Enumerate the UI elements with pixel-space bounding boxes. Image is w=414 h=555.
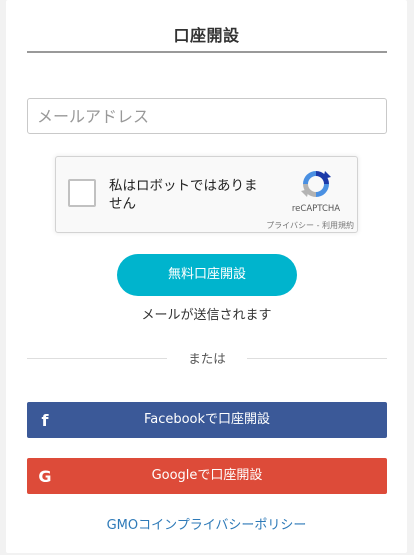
open-account-button[interactable]: 無料口座開設	[117, 254, 297, 296]
google-icon: G	[38, 467, 52, 486]
email-sent-note: メールが送信されます	[141, 308, 272, 323]
recaptcha-checkbox[interactable]	[68, 179, 96, 207]
or-divider-left	[27, 358, 167, 359]
facebook-signup-label: Facebookで口座開設	[143, 412, 271, 427]
privacy-policy-link[interactable]: GMOコインプライバシーポリシー	[6, 514, 407, 533]
signup-card: 口座開設 私はロボットではありません reCAPTCHA プライバシー - 利用…	[6, 0, 407, 553]
or-separator-label: または	[188, 351, 226, 366]
google-signup-label: Googleで口座開設	[151, 468, 263, 483]
email-field[interactable]	[27, 98, 387, 134]
recaptcha-label: 私はロボットではありません	[109, 178, 258, 212]
page-title: 口座開設	[173, 26, 240, 45]
recaptcha-logo-icon	[301, 171, 331, 197]
recaptcha-widget: 私はロボットではありません reCAPTCHA プライバシー - 利用規約	[55, 156, 358, 233]
facebook-signup-button[interactable]: f Facebookで口座開設	[27, 402, 387, 438]
recaptcha-brand: reCAPTCHA	[291, 204, 341, 214]
google-signup-button[interactable]: G Googleで口座開設	[27, 458, 387, 494]
recaptcha-privacy-terms-links[interactable]: プライバシー - 利用規約	[226, 220, 354, 231]
or-divider-right	[247, 358, 387, 359]
facebook-icon: f	[41, 411, 49, 430]
title-divider	[27, 51, 387, 53]
